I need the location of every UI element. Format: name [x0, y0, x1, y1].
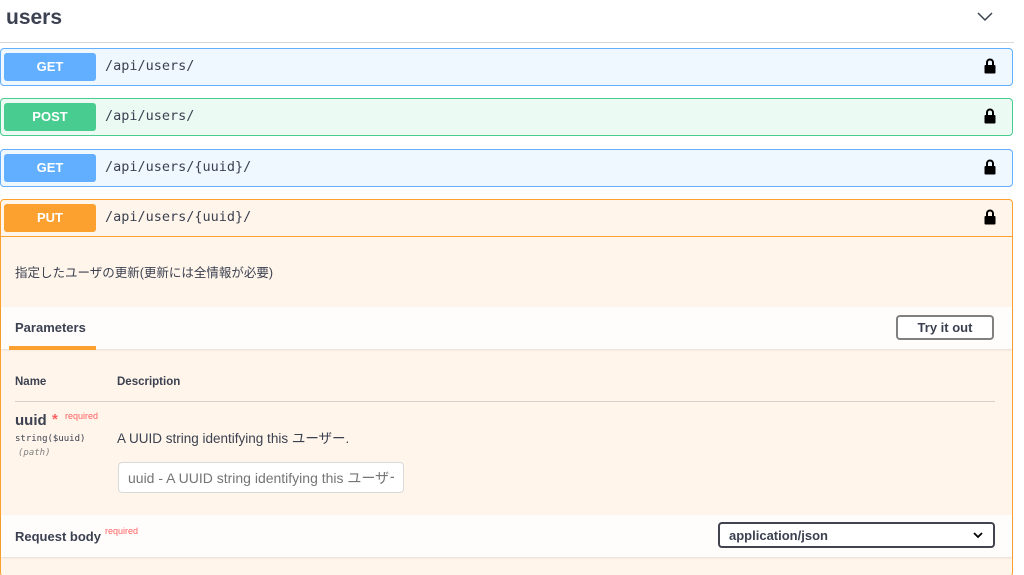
try-it-out-button[interactable]: Try it out — [896, 315, 994, 340]
parameters-header: Parameters Try it out — [1, 307, 1012, 350]
request-body-required-label: required — [105, 526, 139, 536]
content-type-value: application/json — [729, 528, 828, 543]
operation-post-users[interactable]: POST /api/users/ — [0, 98, 1013, 136]
uuid-input[interactable] — [118, 462, 404, 493]
parameter-type: string($uuid) — [15, 434, 86, 444]
parameters-tab-underline — [9, 346, 96, 350]
lock-icon[interactable] — [984, 209, 996, 225]
method-badge: PUT — [4, 204, 96, 232]
tag-header-users[interactable]: users — [0, 0, 1014, 43]
tag-title: users — [6, 6, 63, 29]
operation-path: /api/users/{uuid}/ — [105, 159, 252, 175]
chevron-down-icon — [973, 532, 983, 539]
operation-summary[interactable]: PUT /api/users/{uuid}/ — [1, 200, 1012, 236]
operation-path: /api/users/ — [105, 108, 195, 124]
parameter-name: uuid — [15, 412, 47, 429]
operation-get-user-by-uuid[interactable]: GET /api/users/{uuid}/ — [0, 149, 1013, 187]
column-header-name: Name — [15, 376, 47, 388]
operation-put-user-by-uuid: PUT /api/users/{uuid}/ 指定したユーザの更新(更新には全情… — [0, 199, 1013, 575]
table-divider — [15, 401, 995, 402]
operation-body: 指定したユーザの更新(更新には全情報が必要) Parameters Try it… — [1, 236, 1012, 575]
required-label: required — [65, 411, 99, 421]
method-badge: POST — [4, 103, 96, 131]
lock-icon[interactable] — [984, 159, 996, 175]
operation-get-users[interactable]: GET /api/users/ — [0, 48, 1013, 86]
parameter-location: (path) — [18, 448, 51, 458]
chevron-down-icon[interactable] — [976, 10, 994, 24]
lock-icon[interactable] — [984, 108, 996, 124]
operation-path: /api/users/{uuid}/ — [105, 209, 252, 225]
required-star: * — [52, 411, 58, 428]
content-type-select[interactable]: application/json — [718, 522, 995, 548]
method-badge: GET — [4, 53, 96, 81]
parameter-description: A UUID string identifying this ユーザー. — [117, 431, 350, 446]
request-body-title: Request body — [15, 529, 101, 544]
operation-description: 指定したユーザの更新(更新には全情報が必要) — [15, 266, 274, 280]
parameters-tab[interactable]: Parameters — [15, 320, 86, 335]
method-badge: GET — [4, 154, 96, 182]
request-body-header: Request body required application/json — [1, 515, 1012, 557]
column-header-description: Description — [117, 376, 181, 388]
operation-path: /api/users/ — [105, 58, 195, 74]
lock-icon[interactable] — [984, 58, 996, 74]
